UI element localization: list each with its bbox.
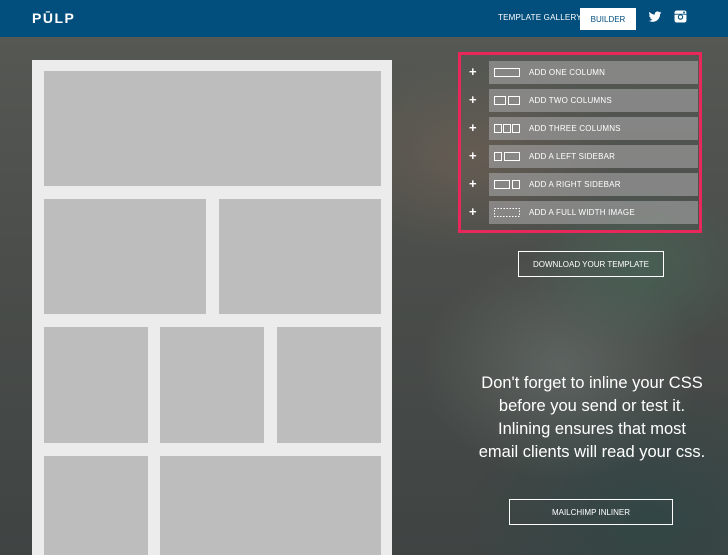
add-two-columns-button[interactable]: ADD TWO COLUMNS (489, 89, 698, 112)
option-add-right-sidebar[interactable]: + ADD A RIGHT SIDEBAR (461, 173, 699, 196)
left-sidebar-icon (489, 145, 525, 168)
left-sidebar-main-block[interactable] (160, 456, 381, 555)
option-add-full-width-image[interactable]: + ADD A FULL WIDTH IMAGE (461, 201, 699, 224)
plus-icon[interactable]: + (469, 92, 477, 107)
two-column-block-left[interactable] (44, 199, 206, 314)
option-add-left-sidebar[interactable]: + ADD A LEFT SIDEBAR (461, 145, 699, 168)
add-one-column-button[interactable]: ADD ONE COLUMN (489, 61, 698, 84)
logo[interactable]: PŪLP (32, 10, 75, 26)
three-column-block-2[interactable] (160, 327, 264, 443)
nav-builder[interactable]: BUILDER (580, 8, 636, 30)
plus-icon[interactable]: + (469, 176, 477, 191)
two-column-block-right[interactable] (219, 199, 381, 314)
three-columns-icon (489, 117, 525, 140)
option-label: ADD A FULL WIDTH IMAGE (529, 208, 635, 217)
plus-icon[interactable]: + (469, 204, 477, 219)
download-template-button[interactable]: DOWNLOAD YOUR TEMPLATE (518, 251, 664, 277)
plus-icon[interactable]: + (469, 148, 477, 163)
option-label: ADD A RIGHT SIDEBAR (529, 180, 621, 189)
three-column-block-1[interactable] (44, 327, 148, 443)
plus-icon[interactable]: + (469, 120, 477, 135)
one-column-block[interactable] (44, 71, 381, 186)
twitter-icon[interactable] (648, 10, 662, 24)
option-add-three-columns[interactable]: + ADD THREE COLUMNS (461, 117, 699, 140)
add-full-width-image-button[interactable]: ADD A FULL WIDTH IMAGE (489, 201, 698, 224)
mailchimp-inliner-button[interactable]: MAILCHIMP INLINER (509, 499, 673, 525)
right-sidebar-icon (489, 173, 525, 196)
instagram-icon[interactable] (674, 10, 688, 24)
add-block-options-panel: + ADD ONE COLUMN + ADD TWO COLUMNS + ADD… (458, 52, 702, 233)
nav-template-gallery[interactable]: TEMPLATE GALLERY (498, 13, 582, 22)
option-label: ADD ONE COLUMN (529, 68, 606, 77)
option-label: ADD THREE COLUMNS (529, 124, 621, 133)
option-label: ADD A LEFT SIDEBAR (529, 152, 616, 161)
left-sidebar-block[interactable] (44, 456, 148, 555)
one-column-icon (489, 61, 525, 84)
add-three-columns-button[interactable]: ADD THREE COLUMNS (489, 117, 698, 140)
full-width-image-icon (489, 201, 525, 224)
top-navbar: PŪLP TEMPLATE GALLERY BUILDER (0, 0, 728, 37)
inline-css-notice: Don't forget to inline your CSS before y… (478, 374, 706, 461)
add-right-sidebar-button[interactable]: ADD A RIGHT SIDEBAR (489, 173, 698, 196)
template-preview (32, 60, 392, 555)
option-add-one-column[interactable]: + ADD ONE COLUMN (461, 61, 699, 84)
plus-icon[interactable]: + (469, 64, 477, 79)
option-add-two-columns[interactable]: + ADD TWO COLUMNS (461, 89, 699, 112)
option-label: ADD TWO COLUMNS (529, 96, 612, 105)
three-column-block-3[interactable] (277, 327, 381, 443)
add-left-sidebar-button[interactable]: ADD A LEFT SIDEBAR (489, 145, 698, 168)
two-columns-icon (489, 89, 525, 112)
